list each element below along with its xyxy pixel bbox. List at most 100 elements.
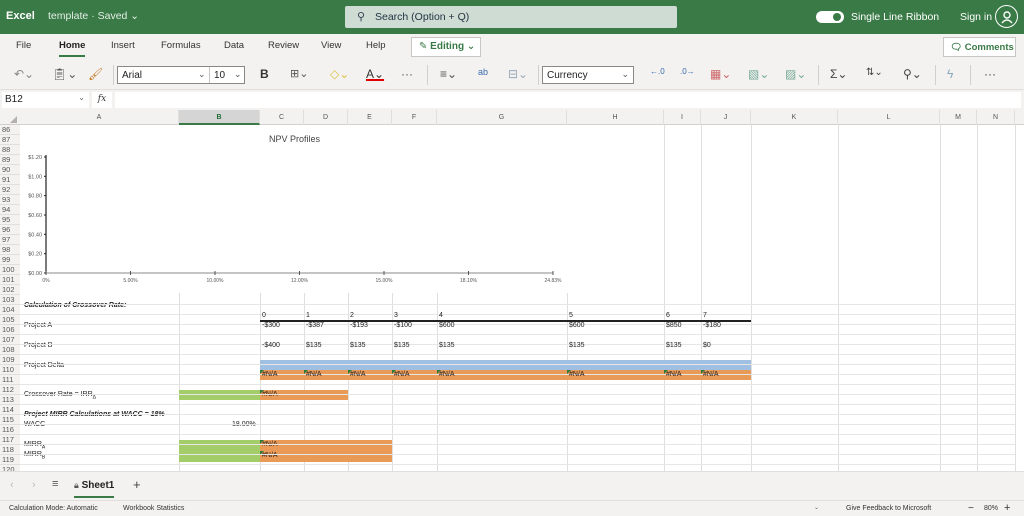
row-header[interactable]: 90	[0, 165, 20, 175]
row-header[interactable]: 102	[0, 285, 20, 295]
project-a-cashflow[interactable]: $600	[439, 322, 455, 329]
zoom-in-button[interactable]: +	[1004, 502, 1010, 514]
row-header[interactable]: 117	[0, 435, 20, 445]
row-header[interactable]: 105	[0, 315, 20, 325]
chevron-down-icon[interactable]: ⌄	[198, 69, 206, 80]
zoom-out-button[interactable]: −	[968, 503, 974, 514]
all-sheets-icon[interactable]: ≡	[52, 478, 58, 490]
row-header[interactable]: 107	[0, 335, 20, 345]
row-header[interactable]: 115	[0, 415, 20, 425]
project-a-cashflow[interactable]: -$193	[350, 322, 368, 329]
tab-insert[interactable]: Insert	[111, 40, 135, 51]
fill-color-icon[interactable]: ◇⌄	[330, 67, 349, 81]
project-b-cashflow[interactable]: -$400	[262, 342, 280, 349]
row-header[interactable]: 118	[0, 445, 20, 455]
chevron-down-icon[interactable]: ⌄	[814, 504, 819, 511]
row-header[interactable]: 87	[0, 135, 20, 145]
row-header[interactable]: 99	[0, 255, 20, 265]
project-delta-value[interactable]: #N/A	[306, 371, 322, 378]
row-header[interactable]: 103	[0, 295, 20, 305]
column-header-i[interactable]: I	[664, 110, 701, 125]
row-header[interactable]: 89	[0, 155, 20, 165]
project-delta-value[interactable]: #N/A	[703, 371, 719, 378]
column-header-k[interactable]: K	[751, 110, 838, 125]
tab-home[interactable]: Home	[59, 40, 86, 57]
single-line-ribbon-toggle[interactable]	[816, 11, 844, 23]
row-header[interactable]: 93	[0, 195, 20, 205]
editing-mode-button[interactable]: ✎ Editing ⌄	[411, 37, 481, 57]
row-header[interactable]: 97	[0, 235, 20, 245]
row-header[interactable]: 111	[0, 375, 20, 385]
cell-styles-icon[interactable]: ▨⌄	[785, 67, 806, 81]
row-header[interactable]: 113	[0, 395, 20, 405]
project-a-cashflow[interactable]: $850	[666, 322, 682, 329]
project-b-cashflow[interactable]: $135	[350, 342, 366, 349]
column-header-h[interactable]: H	[567, 110, 664, 125]
project-a-cashflow[interactable]: -$387	[306, 322, 324, 329]
format-painter-icon[interactable]: 🖌︎	[88, 67, 103, 81]
increase-decimal-icon[interactable]: ←.0	[650, 67, 665, 76]
row-header[interactable]: 100	[0, 265, 20, 275]
insert-function-button[interactable]: fx	[92, 92, 112, 108]
row-header[interactable]: 106	[0, 325, 20, 335]
column-header-n[interactable]: N	[977, 110, 1015, 125]
prev-sheet-icon[interactable]: ‹	[10, 479, 14, 491]
tab-data[interactable]: Data	[224, 40, 244, 51]
next-sheet-icon[interactable]: ›	[32, 479, 36, 491]
row-header[interactable]: 94	[0, 205, 20, 215]
sign-in-link[interactable]: Sign in	[960, 11, 992, 23]
paste-icon[interactable]: 📋︎⌄	[52, 67, 77, 81]
column-header-c[interactable]: C	[260, 110, 304, 125]
column-header-j[interactable]: J	[701, 110, 751, 125]
row-header[interactable]: 95	[0, 215, 20, 225]
align-icon[interactable]: ≡⌄	[440, 67, 457, 81]
project-b-cashflow[interactable]: $0	[703, 342, 711, 349]
merge-cells-icon[interactable]: ⊟⌄	[508, 67, 528, 81]
column-header-d[interactable]: D	[304, 110, 348, 125]
row-header[interactable]: 110	[0, 365, 20, 375]
row-header[interactable]: 98	[0, 245, 20, 255]
project-delta-value[interactable]: #N/A	[350, 371, 366, 378]
row-header[interactable]: 108	[0, 345, 20, 355]
format-table-icon[interactable]: ▧⌄	[748, 67, 769, 81]
project-delta-value[interactable]: #N/A	[439, 371, 455, 378]
name-box[interactable]: B12 ⌄	[2, 92, 89, 108]
row-header[interactable]: 101	[0, 275, 20, 285]
row-header[interactable]: 109	[0, 355, 20, 365]
row-header[interactable]: 86	[0, 125, 20, 135]
tab-view[interactable]: View	[321, 40, 341, 51]
column-header-g[interactable]: G	[437, 110, 567, 125]
tab-file[interactable]: File	[16, 40, 31, 51]
font-picker[interactable]: Arial ⌄ 10 ⌄	[117, 66, 245, 84]
workbook-statistics[interactable]: Workbook Statistics	[123, 505, 184, 512]
project-delta-value[interactable]: #N/A	[569, 371, 585, 378]
zoom-level[interactable]: 80%	[984, 505, 998, 512]
project-b-cashflow[interactable]: $135	[439, 342, 455, 349]
undo-icon[interactable]: ↶⌄	[14, 67, 34, 81]
sheet-tab-sheet1[interactable]: 🔒︎ Sheet1	[74, 480, 115, 498]
project-a-cashflow[interactable]: -$180	[703, 322, 721, 329]
formula-input[interactable]	[115, 92, 1021, 108]
document-title[interactable]: template · Saved ⌄	[48, 10, 139, 22]
row-header[interactable]: 114	[0, 405, 20, 415]
more-commands-icon[interactable]: ···	[984, 67, 996, 81]
project-delta-value[interactable]: #N/A	[262, 371, 278, 378]
row-header[interactable]: 116	[0, 425, 20, 435]
decrease-decimal-icon[interactable]: .0→	[680, 67, 695, 76]
give-feedback-link[interactable]: Give Feedback to Microsoft	[846, 505, 931, 512]
comments-button[interactable]: 🗨︎ Comments	[943, 37, 1016, 57]
row-header[interactable]: 88	[0, 145, 20, 155]
project-a-cashflow[interactable]: $600	[569, 322, 585, 329]
find-icon[interactable]: ⚲⌄	[903, 67, 922, 81]
project-a-cashflow[interactable]: -$100	[394, 322, 412, 329]
font-name[interactable]: Arial	[122, 70, 142, 81]
add-sheet-icon[interactable]: +	[133, 477, 141, 492]
project-delta-value[interactable]: #N/A	[666, 371, 682, 378]
row-header[interactable]: 112	[0, 385, 20, 395]
ideas-icon[interactable]: ϟ	[947, 67, 953, 81]
name-box-value[interactable]: B12	[5, 94, 23, 105]
calculation-mode[interactable]: Calculation Mode: Automatic	[9, 505, 98, 512]
bold-button[interactable]: B	[260, 67, 269, 81]
chevron-down-icon[interactable]: ⌄	[78, 93, 85, 102]
project-b-cashflow[interactable]: $135	[306, 342, 322, 349]
